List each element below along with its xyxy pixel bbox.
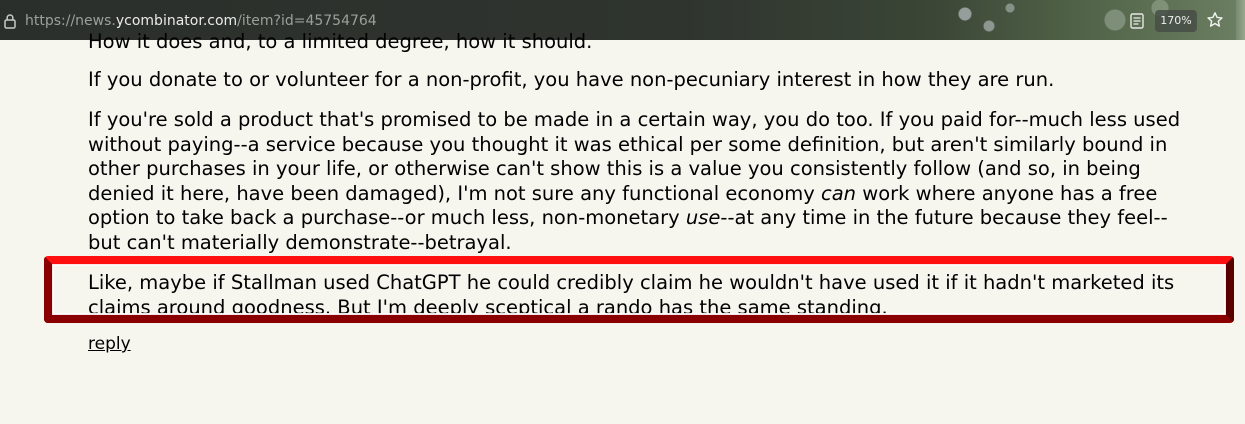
emphasis-text: use <box>685 206 721 229</box>
comment-line: other purchases in your life, or otherwi… <box>88 157 1141 180</box>
text-run: --at any time in the future because they… <box>720 206 1168 229</box>
comment-line: but can't materially demonstrate--betray… <box>88 230 512 254</box>
comment-paragraph: How it does and, to a limited degree, ho… <box>88 30 592 55</box>
text-run: option to take back a purchase--or much … <box>88 206 686 229</box>
lock-icon[interactable] <box>4 13 16 29</box>
comment-line: claims around goodness. But I'm deeply s… <box>88 295 888 319</box>
text-run: denied it here, have been damaged), I'm … <box>88 181 822 205</box>
comment-paragraph: If you're sold a product that's promised… <box>88 108 1180 255</box>
highlighted-paragraph: Like, maybe if Stallman used ChatGPT he … <box>88 271 1174 320</box>
comment-line: without paying--a service because you th… <box>88 132 1168 156</box>
reply-link[interactable]: reply <box>88 333 131 355</box>
comment-line: denied it here, have been damaged), I'm … <box>88 182 1180 207</box>
text-run: work where anyone has a free <box>856 181 1158 205</box>
comment-line: If you're sold a product that's promised… <box>88 108 1181 131</box>
comment-line: option to take back a purchase--or much … <box>88 206 1180 231</box>
comment-line: How it does and, to a limited degree, ho… <box>88 30 593 53</box>
emphasis-text: can <box>821 181 857 205</box>
comment-body: How it does and, to a limited degree, ho… <box>88 0 1245 424</box>
comment-paragraph: If you donate to or volunteer for a non-… <box>88 68 1054 93</box>
comment-line: Like, maybe if Stallman used ChatGPT he … <box>88 271 1175 294</box>
comment-line: If you donate to or volunteer for a non-… <box>88 68 1055 91</box>
